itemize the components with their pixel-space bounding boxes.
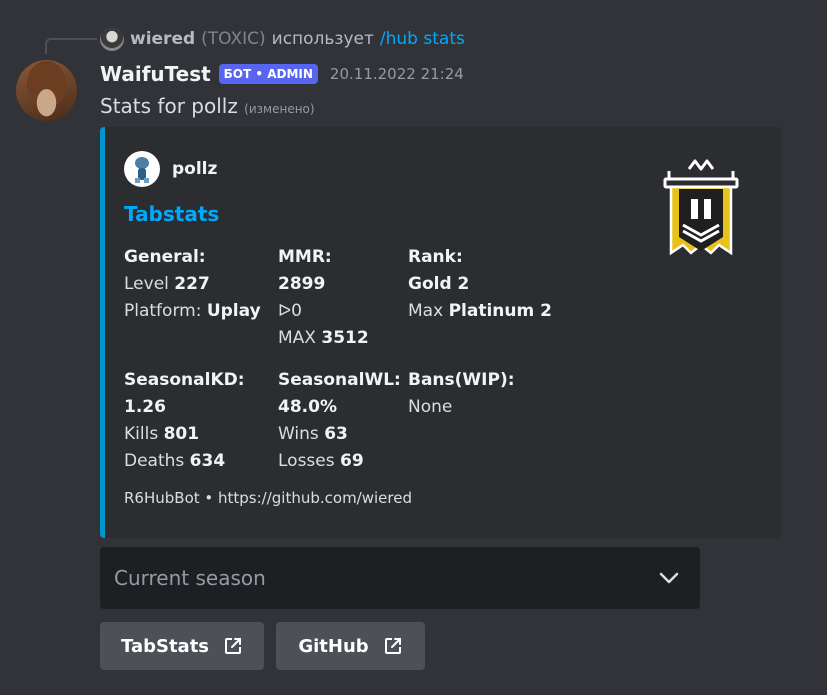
github-button[interactable]: GitHub: [276, 622, 425, 670]
field-mmr-value: 2899: [278, 274, 326, 294]
field-general-platform: Platform: Uplay: [124, 301, 261, 321]
reply-text: использует: [271, 29, 374, 49]
message-text: Stats for pollz: [100, 94, 238, 118]
field-seasonal-kd: SeasonalKD: 1.26 Kills 801 Deaths 634: [124, 367, 245, 475]
field-bans: Bans(WIP): None: [408, 367, 515, 421]
tabstats-button-label: TabStats: [120, 635, 210, 657]
reply-connector: [45, 38, 97, 54]
field-wl-wins: Wins 63: [278, 424, 348, 444]
reply-command[interactable]: /hub stats: [380, 29, 465, 49]
field-rank: Rank: Gold 2 Max Platinum 2: [408, 244, 552, 325]
field-general-name: General:: [124, 247, 206, 267]
message-content: Stats for pollz (изменено): [100, 94, 315, 118]
field-kd-kills: Kills 801: [124, 424, 200, 444]
field-wl-name: SeasonalWL:: [278, 370, 401, 390]
stats-embed: pollz Tabstats General: Level 227 Platfo…: [100, 127, 781, 538]
github-button-label: GitHub: [298, 635, 369, 657]
embed-footer: R6HubBot • https://github.com/wiered: [124, 489, 412, 507]
field-wl-losses: Losses 69: [278, 451, 364, 471]
field-bans-name: Bans(WIP):: [408, 370, 515, 390]
edited-label: (изменено): [244, 102, 315, 116]
field-mmr-change: ᐅ0: [278, 301, 302, 321]
reply-reference[interactable]: wiered (TOXIC) использует /hub stats: [100, 27, 465, 51]
field-mmr-max: MAX 3512: [278, 328, 369, 348]
field-kd-name: SeasonalKD:: [124, 370, 245, 390]
embed-title-link[interactable]: Tabstats: [124, 202, 219, 226]
bot-badge: БОТ • ADMIN: [218, 64, 318, 84]
message-timestamp: 20.11.2022 21:24: [329, 65, 464, 83]
reply-user-tag: (TOXIC): [201, 29, 266, 49]
reply-avatar[interactable]: [100, 27, 124, 51]
embed-author-name: pollz: [172, 159, 218, 179]
message-header: WaifuTest БОТ • ADMIN 20.11.2022 21:24: [100, 60, 464, 88]
bot-avatar[interactable]: [16, 60, 77, 121]
field-general-level: Level 227: [124, 274, 210, 294]
field-general: General: Level 227 Platform: Uplay: [124, 244, 261, 325]
season-select[interactable]: Current season: [100, 547, 700, 609]
external-link-icon: [225, 638, 242, 654]
field-mmr: MMR: 2899 ᐅ0 MAX 3512: [278, 244, 369, 352]
bot-username[interactable]: WaifuTest: [100, 62, 211, 86]
field-rank-name: Rank:: [408, 247, 463, 267]
field-wl-value: 48.0%: [278, 397, 337, 417]
field-kd-value: 1.26: [124, 397, 166, 417]
gold-rank-badge-icon[interactable]: [661, 159, 741, 263]
field-rank-max: Max Platinum 2: [408, 301, 552, 321]
external-link-icon: [384, 638, 401, 654]
season-select-placeholder: Current season: [114, 566, 266, 590]
author-icon: [124, 151, 160, 187]
field-kd-deaths: Deaths 634: [124, 451, 226, 471]
field-mmr-name: MMR:: [278, 247, 332, 267]
field-seasonal-wl: SeasonalWL: 48.0% Wins 63 Losses 69: [278, 367, 401, 475]
field-rank-value: Gold 2: [408, 274, 470, 294]
reply-username[interactable]: wiered: [130, 29, 195, 49]
chevron-down-icon: [659, 572, 679, 584]
field-bans-value: None: [408, 397, 453, 417]
tabstats-button[interactable]: TabStats: [100, 622, 264, 670]
embed-author: pollz: [124, 151, 217, 187]
